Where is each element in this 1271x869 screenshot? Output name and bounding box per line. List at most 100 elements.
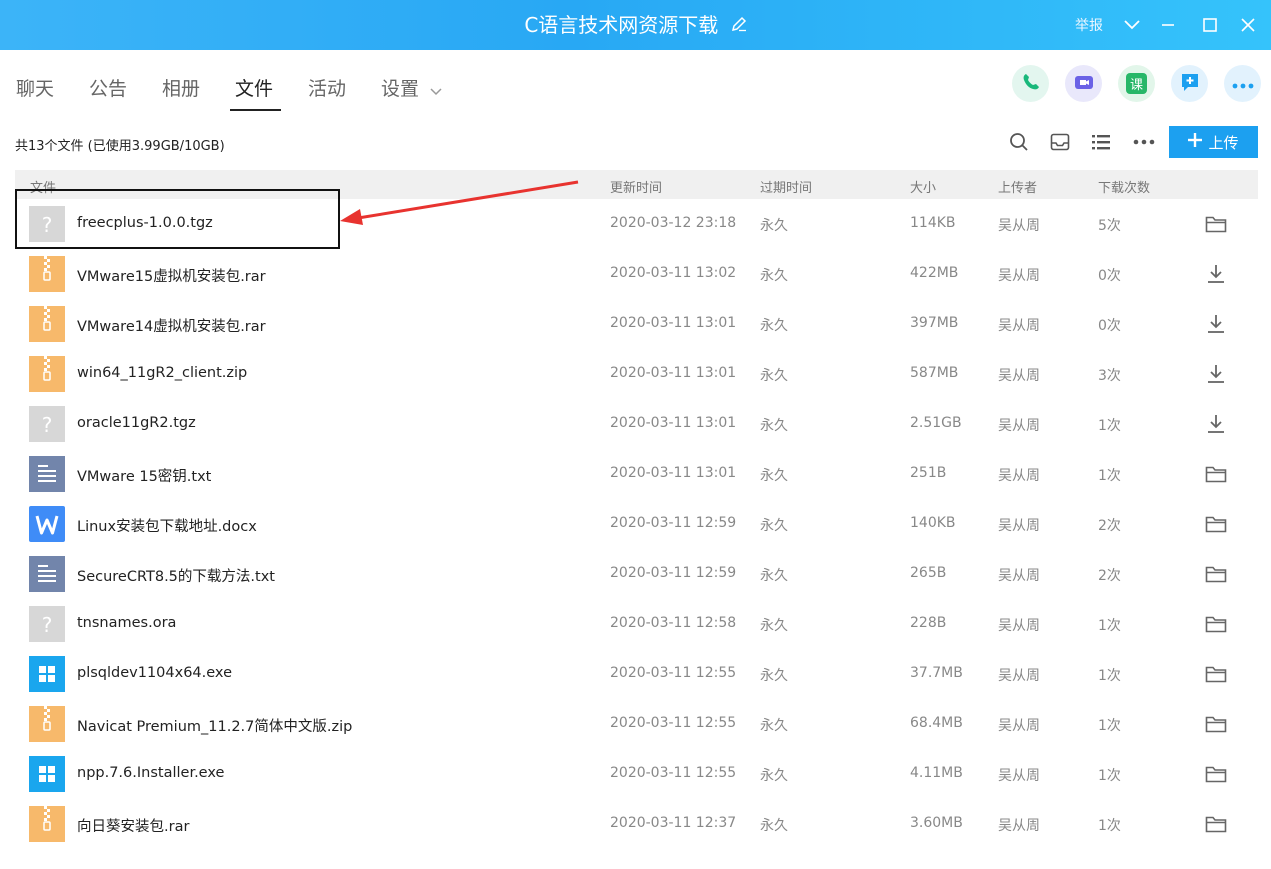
file-row[interactable]: plsqldev1104x64.exe 2020-03-11 12:55 永久 37.… bbox=[15, 649, 1258, 699]
minimize-icon[interactable] bbox=[1156, 13, 1180, 37]
call-button[interactable] bbox=[1012, 65, 1049, 102]
more-options-icon[interactable] bbox=[1133, 131, 1155, 153]
tab-chat[interactable]: 聊天 bbox=[16, 74, 54, 101]
upload-button[interactable]: 上传 bbox=[1169, 126, 1258, 158]
file-size: 251B bbox=[910, 465, 947, 481]
file-name[interactable]: SecureCRT8.5的下载方法.txt bbox=[77, 565, 275, 586]
close-icon[interactable] bbox=[1236, 13, 1260, 37]
file-name[interactable]: plsqldev1104x64.exe bbox=[77, 665, 232, 681]
download-icon[interactable] bbox=[1203, 313, 1229, 335]
column-header-uploader[interactable]: 上传者 bbox=[998, 177, 1037, 196]
file-updated: 2020-03-11 13:01 bbox=[610, 365, 737, 381]
tab-files[interactable]: 文件 bbox=[235, 74, 273, 101]
tab-album[interactable]: 相册 bbox=[162, 74, 200, 101]
more-button[interactable] bbox=[1224, 65, 1261, 102]
unknown-file-icon: ? bbox=[29, 406, 65, 442]
file-updated: 2020-03-11 13:01 bbox=[610, 465, 737, 481]
file-name[interactable]: VMware14虚拟机安装包.rar bbox=[77, 315, 266, 336]
folder-icon[interactable] bbox=[1203, 713, 1229, 735]
file-expires: 永久 bbox=[760, 818, 788, 834]
file-row[interactable]: 向日葵安装包.rar 2020-03-11 12:37 永久 3.60MB 吴从周 1次 bbox=[15, 799, 1258, 849]
download-icon[interactable] bbox=[1203, 413, 1229, 435]
file-row[interactable]: Navicat Premium_11.2.7简体中文版.zip 2020-03-1… bbox=[15, 699, 1258, 749]
file-summary: 共13个文件 (已使用3.99GB/10GB) bbox=[15, 139, 225, 154]
file-updated: 2020-03-11 12:55 bbox=[610, 715, 737, 731]
report-link[interactable]: 举报 bbox=[1075, 15, 1103, 35]
file-name[interactable]: VMware 15密钥.txt bbox=[77, 465, 211, 486]
file-size: 587MB bbox=[910, 365, 959, 381]
file-downloads: 1次 bbox=[1098, 818, 1121, 834]
inbox-icon[interactable] bbox=[1049, 131, 1071, 153]
file-row[interactable]: npp.7.6.Installer.exe 2020-03-11 12:55 永久 4… bbox=[15, 749, 1258, 799]
file-downloads: 3次 bbox=[1098, 368, 1121, 384]
file-row[interactable]: ? tnsnames.ora 2020-03-11 12:58 永久 228B 吴从周 1次 bbox=[15, 599, 1258, 649]
file-updated: 2020-03-11 12:59 bbox=[610, 565, 737, 581]
video-call-button[interactable] bbox=[1065, 65, 1102, 102]
file-row[interactable]: SecureCRT8.5的下载方法.txt 2020-03-11 12:59 永久 2… bbox=[15, 549, 1258, 599]
folder-icon[interactable] bbox=[1203, 613, 1229, 635]
file-expires: 永久 bbox=[760, 768, 788, 784]
zip-file-icon bbox=[29, 356, 65, 392]
folder-icon[interactable] bbox=[1203, 213, 1229, 235]
file-name[interactable]: oracle11gR2.tgz bbox=[77, 415, 196, 431]
file-name[interactable]: Navicat Premium_11.2.7简体中文版.zip bbox=[77, 715, 352, 736]
file-expires: 永久 bbox=[760, 218, 788, 234]
add-button[interactable] bbox=[1171, 65, 1208, 102]
phone-icon bbox=[1021, 72, 1041, 96]
folder-icon[interactable] bbox=[1203, 563, 1229, 585]
file-name[interactable]: Linux安装包下载地址.docx bbox=[77, 515, 257, 536]
chevron-down-icon[interactable] bbox=[430, 81, 442, 100]
folder-icon[interactable] bbox=[1203, 463, 1229, 485]
file-name[interactable]: VMware15虚拟机安装包.rar bbox=[77, 265, 266, 286]
file-row[interactable]: VMware15虚拟机安装包.rar 2020-03-11 13:02 永久 422M… bbox=[15, 249, 1258, 299]
file-uploader: 吴从周 bbox=[998, 368, 1040, 384]
text-file-icon bbox=[29, 456, 65, 492]
folder-icon[interactable] bbox=[1203, 813, 1229, 835]
file-uploader: 吴从周 bbox=[998, 468, 1040, 484]
title-bar: C语言技术网资源下载 举报 bbox=[0, 0, 1271, 50]
folder-icon[interactable] bbox=[1203, 763, 1229, 785]
file-uploader: 吴从周 bbox=[998, 268, 1040, 284]
column-header-updated[interactable]: 更新时间 bbox=[610, 177, 662, 196]
text-file-icon bbox=[29, 556, 65, 592]
file-row[interactable]: Linux安装包下载地址.docx 2020-03-11 12:59 永久 140KB… bbox=[15, 499, 1258, 549]
chevron-down-icon[interactable] bbox=[1120, 13, 1144, 37]
column-header-size[interactable]: 大小 bbox=[910, 177, 936, 196]
file-downloads: 1次 bbox=[1098, 618, 1121, 634]
course-button[interactable]: 课 bbox=[1118, 65, 1155, 102]
file-name[interactable]: win64_11gR2_client.zip bbox=[77, 365, 247, 381]
tab-activity[interactable]: 活动 bbox=[308, 74, 346, 101]
file-row[interactable]: ? oracle11gR2.tgz 2020-03-11 13:01 永久 2.51GB… bbox=[15, 399, 1258, 449]
tab-settings[interactable]: 设置 bbox=[381, 74, 419, 101]
unknown-file-icon: ? bbox=[29, 606, 65, 642]
file-downloads: 1次 bbox=[1098, 718, 1121, 734]
folder-icon[interactable] bbox=[1203, 663, 1229, 685]
download-icon[interactable] bbox=[1203, 363, 1229, 385]
file-row[interactable]: VMware14虚拟机安装包.rar 2020-03-11 13:01 永久 397M… bbox=[15, 299, 1258, 349]
download-icon[interactable] bbox=[1203, 263, 1229, 285]
file-expires: 永久 bbox=[760, 668, 788, 684]
file-downloads: 1次 bbox=[1098, 468, 1121, 484]
tab-announcement[interactable]: 公告 bbox=[89, 74, 127, 101]
file-expires: 永久 bbox=[760, 368, 788, 384]
file-name[interactable]: tnsnames.ora bbox=[77, 615, 176, 631]
maximize-icon[interactable] bbox=[1198, 13, 1222, 37]
edit-icon[interactable] bbox=[731, 0, 747, 50]
file-uploader: 吴从周 bbox=[998, 768, 1040, 784]
file-size: 140KB bbox=[910, 515, 956, 531]
file-downloads: 0次 bbox=[1098, 318, 1121, 334]
folder-icon[interactable] bbox=[1203, 513, 1229, 535]
column-header-downloads[interactable]: 下载次数 bbox=[1098, 177, 1150, 196]
file-updated: 2020-03-11 13:02 bbox=[610, 265, 737, 281]
list-view-icon[interactable] bbox=[1090, 131, 1112, 153]
file-row[interactable]: win64_11gR2_client.zip 2020-03-11 13:01 永久… bbox=[15, 349, 1258, 399]
file-name[interactable]: npp.7.6.Installer.exe bbox=[77, 765, 224, 781]
search-icon[interactable] bbox=[1008, 131, 1030, 153]
file-updated: 2020-03-11 13:01 bbox=[610, 415, 737, 431]
column-header-expires[interactable]: 过期时间 bbox=[760, 177, 812, 196]
file-size: 228B bbox=[910, 615, 947, 631]
file-updated: 2020-03-12 23:18 bbox=[610, 215, 737, 231]
file-row[interactable]: VMware 15密钥.txt 2020-03-11 13:01 永久 251B 吴从周… bbox=[15, 449, 1258, 499]
file-name[interactable]: 向日葵安装包.rar bbox=[77, 815, 189, 836]
file-downloads: 0次 bbox=[1098, 268, 1121, 284]
